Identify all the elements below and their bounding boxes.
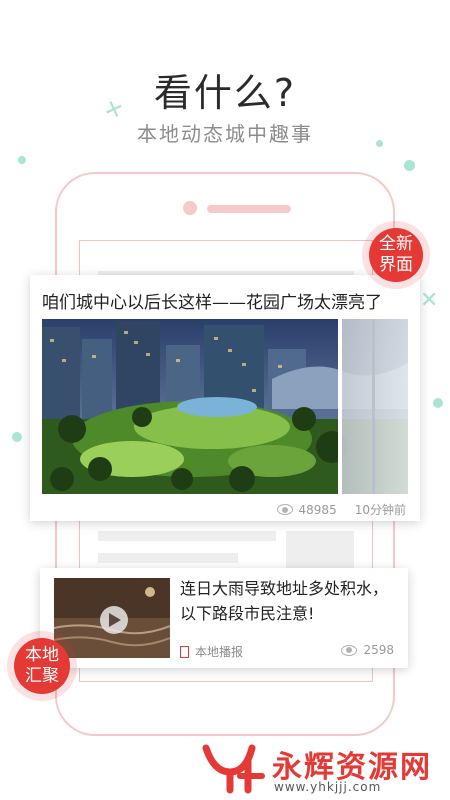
featured-news-card[interactable]: 咱们城中心以后长这样——花园广场太漂亮了 48985 10分钟前 bbox=[30, 275, 420, 521]
phone-camera bbox=[183, 201, 197, 215]
watermark-logo bbox=[202, 744, 265, 794]
news-title: 连日大雨导致地址多处积水，以下路段市民注意! bbox=[180, 579, 389, 623]
placeholder-line bbox=[98, 531, 276, 541]
featured-image bbox=[42, 319, 408, 494]
decor-dot bbox=[18, 156, 26, 164]
eye-icon bbox=[276, 504, 293, 515]
news-thumbnail bbox=[54, 578, 170, 658]
decor-dot bbox=[404, 160, 415, 171]
local-badge-label: 本地 汇聚 bbox=[25, 645, 59, 686]
featured-time: 10分钟前 bbox=[354, 503, 406, 517]
decor-dot bbox=[433, 398, 443, 408]
source-icon bbox=[180, 645, 189, 658]
sparkle-icon: ✕ bbox=[420, 288, 439, 313]
featured-views: 48985 bbox=[298, 502, 337, 517]
news-source: 本地播报 bbox=[180, 643, 243, 660]
local-badge: 本地 汇聚 bbox=[14, 638, 70, 694]
new-ui-badge: 全新 界面 bbox=[369, 228, 423, 282]
new-ui-badge-label: 全新 界面 bbox=[379, 234, 413, 275]
decor-dot bbox=[12, 432, 22, 442]
phone-speaker bbox=[207, 205, 291, 213]
watermark-url: www.yhkjjj.com bbox=[274, 780, 382, 794]
news-views: 2598 bbox=[341, 643, 394, 657]
news-views-count: 2598 bbox=[363, 643, 394, 657]
placeholder-line bbox=[98, 553, 238, 563]
decor-dot bbox=[376, 140, 383, 147]
eye-icon bbox=[341, 644, 358, 656]
site-watermark: 永辉资源网 www.yhkjjj.com bbox=[200, 740, 440, 796]
placeholder-thumb bbox=[286, 531, 354, 571]
news-list-item[interactable]: 连日大雨导致地址多处积水，以下路段市民注意! 本地播报 2598 bbox=[40, 568, 408, 668]
featured-meta: 48985 10分钟前 bbox=[276, 501, 406, 518]
featured-title: 咱们城中心以后长这样——花园广场太漂亮了 bbox=[42, 293, 382, 313]
page-headline: 看什么? bbox=[153, 71, 297, 115]
news-source-label: 本地播报 bbox=[195, 645, 244, 659]
